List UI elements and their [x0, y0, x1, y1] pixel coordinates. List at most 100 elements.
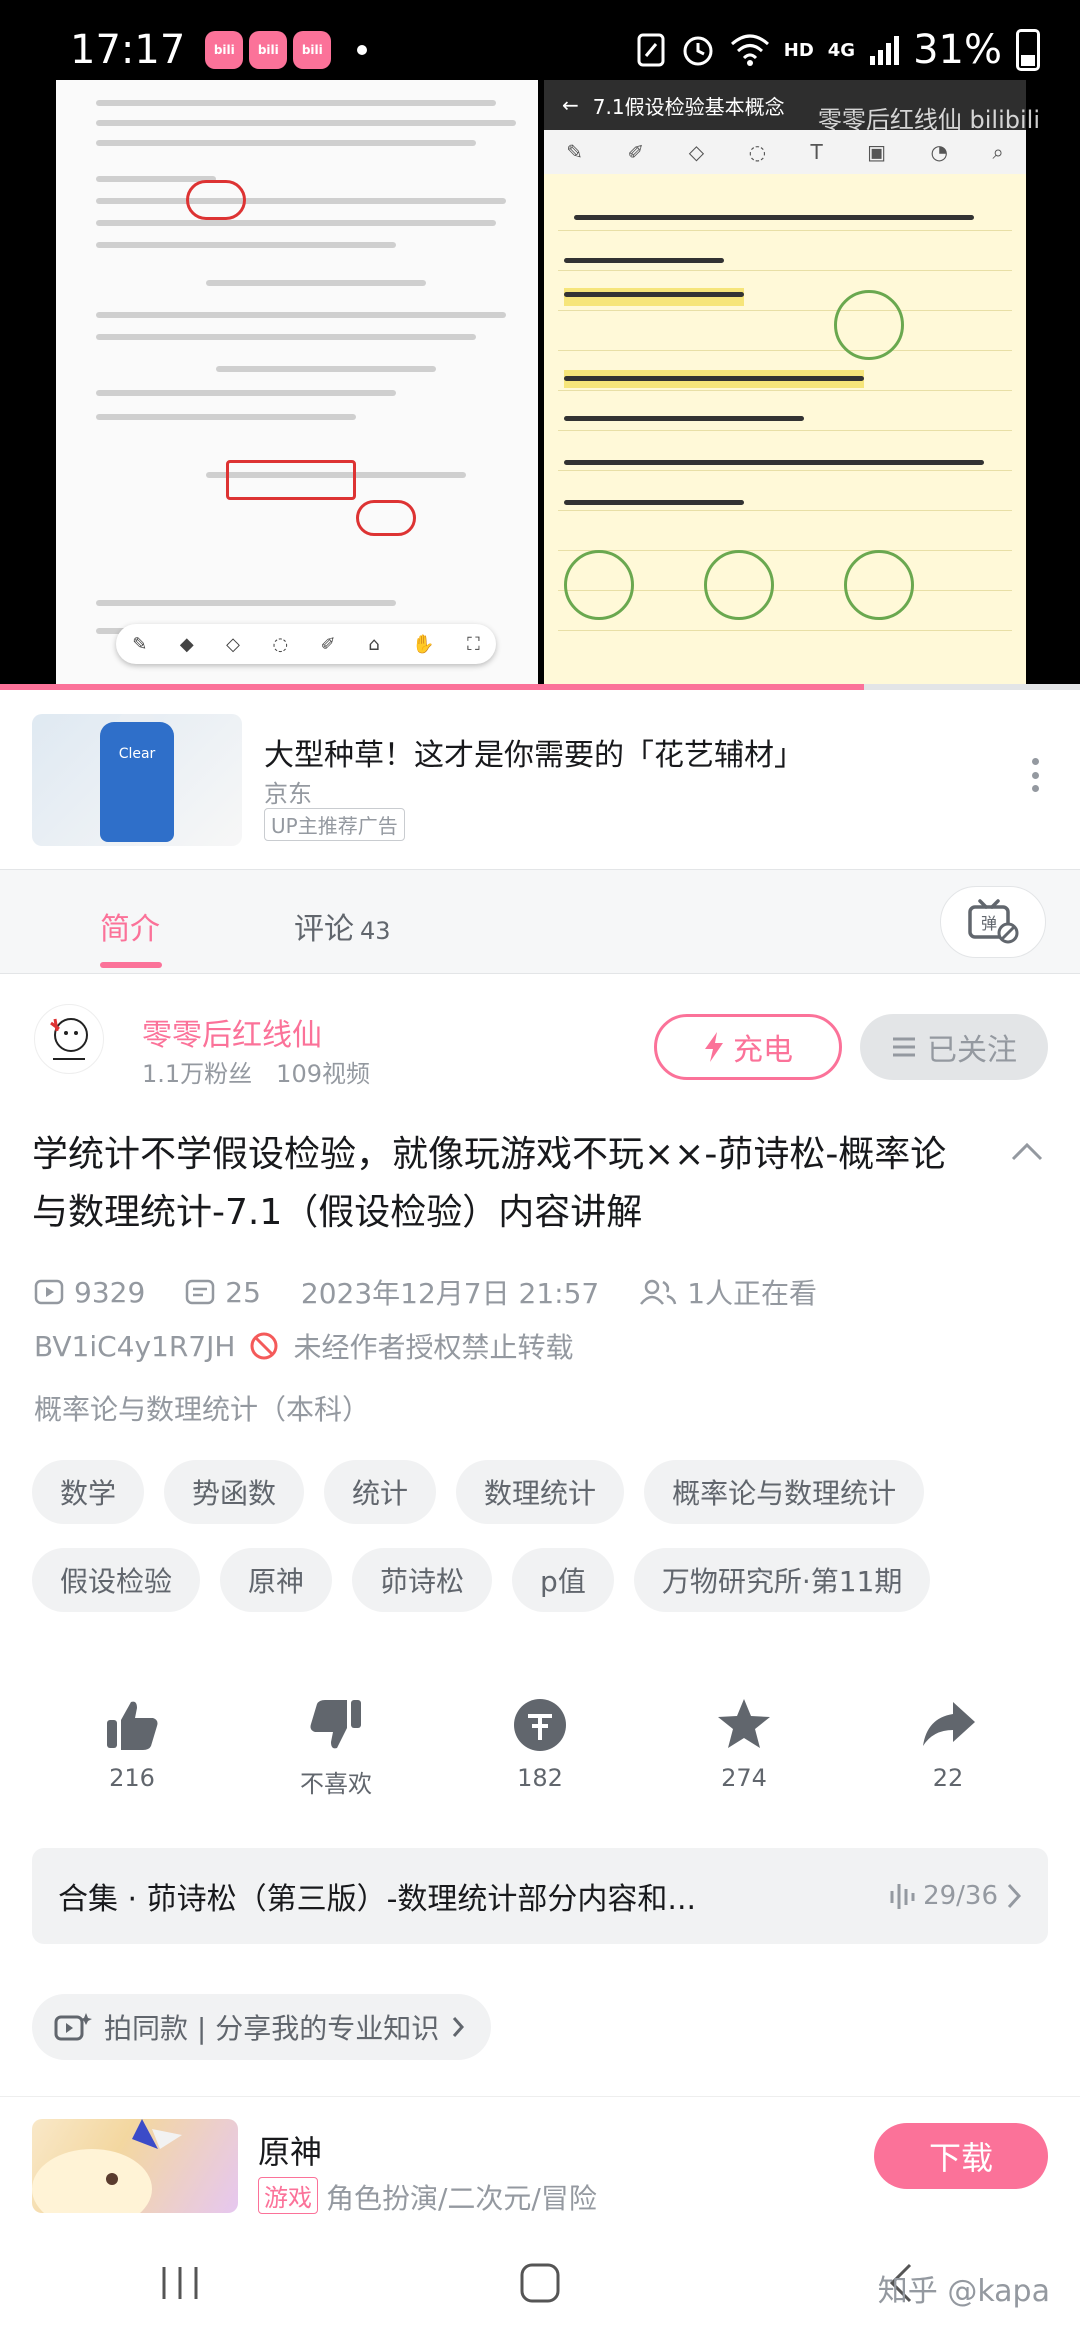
uploader-name[interactable]: 零零后红线仙: [142, 1010, 322, 1054]
game-badge: 游戏: [258, 2177, 318, 2214]
coin-icon: [514, 1699, 566, 1751]
dislike-button[interactable]: 不喜欢: [256, 1696, 416, 1816]
chevron-right-icon: [1007, 1883, 1022, 1909]
eraser-tool-icon[interactable]: ◇: [226, 634, 240, 655]
tag-chip[interactable]: p值: [512, 1548, 614, 1612]
status-bar: 17:17 bili bili bili HD 4G 31%: [0, 0, 1080, 100]
highlighter-tool-icon[interactable]: ◆: [180, 634, 194, 655]
video-count: 109视频: [276, 1060, 370, 1088]
favorite-button[interactable]: 274: [664, 1696, 824, 1816]
like-button[interactable]: 216: [52, 1696, 212, 1816]
danmaku-count: 25: [225, 1275, 261, 1309]
status-time: 17:17: [70, 27, 186, 73]
dislike-icon: [310, 1700, 361, 1749]
bvid-row: BV1iC4y1R7JH 未经作者授权禁止转载: [34, 1326, 573, 1366]
recent-apps-icon: [162, 2267, 198, 2299]
chevron-right-icon: [453, 2017, 465, 2037]
bilibili-notification-icon: bili: [249, 31, 288, 69]
star-icon: [718, 1699, 770, 1748]
tag-chip[interactable]: 统计: [324, 1460, 437, 1524]
playlist-icon: [890, 1884, 915, 1909]
handwritten-notes-image: ← 7.1假设检验基本概念 ✎ ✐ ◇ ◌ T ▣ ◔ ⌕: [544, 80, 1026, 684]
signal-icon: [870, 36, 900, 65]
network-type: 4G: [827, 39, 856, 61]
danmaku-count-icon: [186, 1279, 215, 1305]
collection-card[interactable]: 合集 · 茆诗松（第三版）-数理统计部分内容和... 29/36: [32, 1848, 1048, 1944]
product-bottle: Clear: [100, 722, 174, 842]
more-options-icon[interactable]: [1020, 750, 1050, 800]
uploader-row: 零零后红线仙 1.1万粉丝 109视频 充电 已关注: [0, 974, 1080, 1094]
game-character-icon: [32, 2119, 182, 2213]
tag-chip[interactable]: 数学: [32, 1460, 145, 1524]
recent-apps-button[interactable]: [120, 2243, 240, 2323]
danmaku-toggle-button[interactable]: 弹: [940, 886, 1046, 958]
play-count: 9329: [74, 1275, 146, 1309]
shoot-same-label: 拍同款 | 分享我的专业知识: [104, 2012, 440, 2045]
ad-card[interactable]: Clear 大型种草！这才是你需要的「花艺辅材」 京东 UP主推荐广告: [0, 690, 1080, 870]
ad-title[interactable]: 大型种草！这才是你需要的「花艺辅材」: [264, 730, 804, 774]
fullscreen-tool-icon[interactable]: ⛶: [467, 634, 480, 655]
video-player[interactable]: 17:17 bili bili bili HD 4G 31% ✎ ◆ ◇ ◌ ✐…: [0, 0, 1080, 690]
bvid: BV1iC4y1R7JH: [34, 1329, 236, 1363]
avatar[interactable]: [34, 1004, 104, 1074]
share-count: 22: [932, 1764, 964, 1792]
coin-count: 182: [517, 1764, 563, 1792]
ad-source: 京东: [264, 780, 312, 808]
ad-badge: UP主推荐广告: [264, 808, 405, 841]
coin-button[interactable]: 182: [460, 1696, 620, 1816]
tab-comments[interactable]: 评论 43: [294, 904, 391, 948]
lightning-icon: [705, 1032, 723, 1062]
tag-chip[interactable]: 势函数: [164, 1460, 305, 1524]
favorite-count: 274: [721, 1764, 767, 1792]
collection-count: 29/36: [923, 1881, 998, 1911]
tag-chip[interactable]: 茆诗松: [352, 1548, 493, 1612]
wifi-icon: [730, 34, 769, 66]
tag-chip[interactable]: 概率论与数理统计: [644, 1460, 925, 1524]
detail-tabs: 简介 评论 43 弹: [0, 870, 1080, 974]
home-button[interactable]: [480, 2243, 600, 2323]
ad-thumbnail[interactable]: Clear: [32, 714, 242, 846]
prohibited-icon: [250, 1332, 278, 1360]
video-category[interactable]: 概率论与数理统计（本科）: [34, 1388, 370, 1428]
video-watermark: 零零后红线仙 bilibili: [817, 106, 1040, 134]
tab-intro[interactable]: 简介: [100, 904, 160, 948]
game-thumbnail[interactable]: [32, 2119, 238, 2213]
video-title: 学统计不学假设检验，就像玩游戏不玩××-茆诗松-概率论与数理统计-7.1（假设检…: [32, 1134, 947, 1233]
game-genre: 角色扮演/二次元/冒险: [326, 2182, 597, 2215]
collection-progress: 29/36: [889, 1881, 1022, 1911]
fan-count: 1.1万粉丝: [142, 1060, 253, 1088]
bilibili-notification-icon: bili: [205, 31, 244, 69]
lasso-tool-icon[interactable]: ◌: [272, 634, 288, 655]
shape-tool-icon[interactable]: ⌂: [368, 634, 379, 655]
svg-text:弹: 弹: [981, 914, 997, 933]
more-notifications-icon: [357, 45, 368, 55]
camera-sparkle-icon: [54, 2013, 92, 2041]
annotation-toolbar[interactable]: ✎ ◆ ◇ ◌ ✐ ⌂ ✋ ⛶: [116, 624, 496, 664]
comment-count: 43: [360, 917, 391, 945]
download-button[interactable]: 下载: [874, 2123, 1048, 2189]
share-button[interactable]: 22: [868, 1696, 1028, 1816]
tag-chip[interactable]: 假设检验: [32, 1548, 201, 1612]
game-promo-card[interactable]: 原神 游戏 角色扮演/二次元/冒险 下载: [0, 2096, 1080, 2226]
tag-chip[interactable]: 数理统计: [456, 1460, 625, 1524]
viewers-icon: [640, 1279, 677, 1305]
shoot-same-button[interactable]: 拍同款 | 分享我的专业知识: [32, 1994, 492, 2060]
marker-tool-icon[interactable]: ✐: [321, 634, 336, 655]
tag-chip[interactable]: 原神: [220, 1548, 333, 1612]
tag-list: 数学 势函数 统计 数理统计 概率论与数理统计假设检验 原神 茆诗松 p值 万物研究所·第11期: [32, 1460, 1052, 1612]
follow-button[interactable]: 已关注: [860, 1014, 1048, 1080]
alarm-icon: [683, 36, 713, 66]
tag-chip[interactable]: 万物研究所·第11期: [633, 1548, 931, 1612]
avatar-illustration-icon: [50, 1018, 88, 1060]
chevron-up-icon[interactable]: [1010, 1140, 1044, 1162]
active-tab-indicator: [100, 962, 162, 968]
battery-icon: [1016, 29, 1040, 71]
dislike-label: 不喜欢: [300, 1770, 372, 1798]
tab-comments-label: 评论: [294, 912, 354, 947]
pen-tool-icon[interactable]: ✎: [132, 634, 147, 655]
nfc-icon: [637, 33, 665, 67]
home-icon: [520, 2263, 560, 2303]
hand-tool-icon[interactable]: ✋: [412, 634, 434, 655]
charge-button[interactable]: 充电: [654, 1014, 842, 1080]
share-icon: [923, 1702, 975, 1746]
